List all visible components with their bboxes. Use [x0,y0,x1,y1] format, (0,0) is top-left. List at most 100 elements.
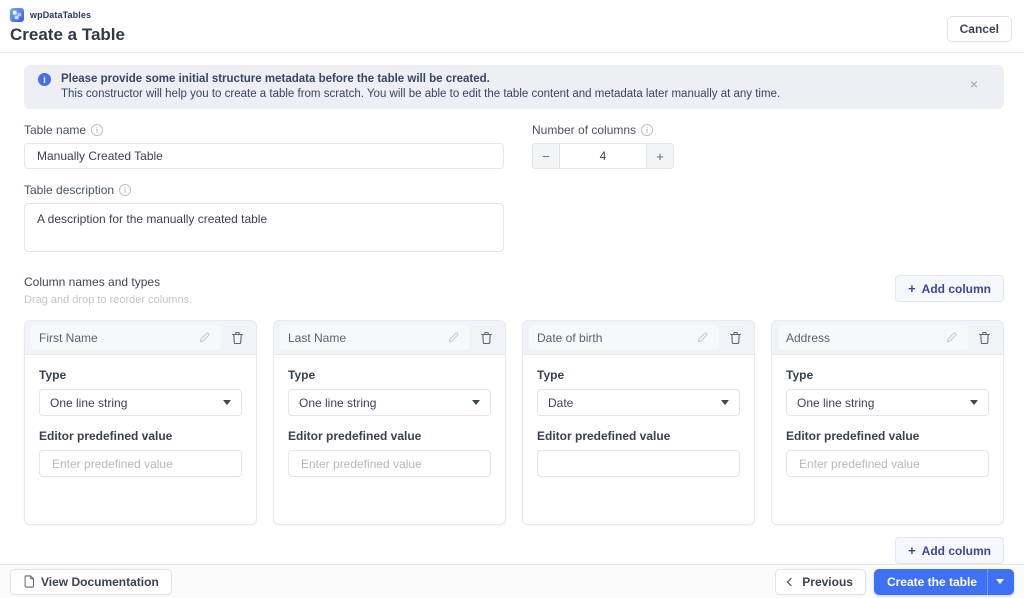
increment-button[interactable]: + [646,144,673,168]
info-banner: i Please provide some initial structure … [24,65,1004,109]
column-name-field[interactable]: Date of birth [529,325,719,350]
column-card: Last Name Type One line string Editor pr… [273,320,506,525]
form-area: Table name i Number of columns i − 4 + [0,109,1024,564]
column-card: Address Type One line string Editor pred… [771,320,1004,525]
type-label: Type [537,368,565,382]
edit-column-button[interactable] [445,329,462,346]
edit-column-button[interactable] [196,329,213,346]
columns-count-value[interactable]: 4 [560,144,646,168]
chevron-left-icon [787,577,796,586]
page-footer: View Documentation Previous Create the t… [0,564,1024,598]
trash-icon [978,331,991,344]
predefined-value-input[interactable] [288,450,491,477]
table-name-input[interactable] [24,143,504,169]
column-card-body: Type Date Editor predefined value [523,355,754,490]
column-name: Last Name [288,330,347,345]
column-card-body: Type One line string Editor predefined v… [25,355,256,490]
columns-count-block: Number of columns i − 4 + [532,123,674,169]
info-banner-subtitle: This constructor will help you to create… [61,88,781,100]
column-type-select[interactable]: Date [537,389,740,416]
create-table-dropdown-toggle[interactable] [987,568,1014,595]
table-name-info-icon: i [91,124,104,136]
column-type-select[interactable]: One line string [288,389,491,416]
column-name-field[interactable]: First Name [31,325,221,350]
columns-count-label: Number of columns i [532,123,674,137]
column-card-header: Last Name [274,321,505,355]
column-name: Address [786,330,831,345]
edit-column-button[interactable] [943,329,960,346]
brand-name: wpDataTables [30,10,92,20]
info-banner-text: Please provide some initial structure me… [61,72,780,102]
predefined-value-label: Editor predefined value [39,429,173,443]
pencil-icon [199,332,210,343]
info-icon: i [38,73,51,86]
columns-count-stepper: − 4 + [532,143,674,169]
close-icon[interactable]: × [970,77,978,91]
caret-down-icon [721,400,729,405]
document-icon [24,575,34,588]
page-title: Create a Table [10,25,125,44]
column-type-value: One line string [299,395,377,410]
delete-column-button[interactable] [976,329,993,347]
column-name-field[interactable]: Last Name [280,325,470,350]
caret-down-icon [472,400,480,405]
column-type-select[interactable]: One line string [786,389,989,416]
predefined-value-label: Editor predefined value [786,429,920,443]
create-table-page: wpDataTables Create a Table Cancel i Ple… [0,0,1024,598]
create-table-button[interactable]: Create the table [873,568,1014,595]
columns-section-header: Column names and types Drag and drop to … [24,275,1004,306]
trash-icon [231,331,244,344]
trash-icon [729,331,742,344]
view-documentation-button[interactable]: View Documentation [10,568,172,595]
column-card: Date of birth Type Date Editor predefine… [522,320,755,525]
brand: wpDataTables [10,8,1012,22]
delete-column-button[interactable] [727,329,744,347]
table-description-input[interactable]: A description for the manually created t… [24,203,504,252]
page-header: wpDataTables Create a Table Cancel [0,0,1024,53]
caret-down-icon [970,400,978,405]
plus-icon: + [908,543,916,558]
column-type-value: One line string [797,395,875,410]
columns-section-title: Column names and types [24,275,161,289]
columns-drag-hint: Drag and drop to reorder columns. [24,294,193,306]
create-table-label: Create the table [886,574,977,589]
decrement-button[interactable]: − [533,144,560,168]
column-name: Date of birth [537,330,603,345]
add-column-button-bottom[interactable]: + Add column [895,537,1004,564]
edit-column-button[interactable] [694,329,711,346]
plus-icon: + [908,281,916,296]
predefined-value-input[interactable] [39,450,242,477]
add-column-button-top[interactable]: + Add column [895,275,1004,302]
cancel-button[interactable]: Cancel [946,16,1012,42]
table-name-block: Table name i [24,123,504,169]
table-description-block: Table description i A description for th… [24,183,1004,257]
column-card: First Name Type One line string Editor p… [24,320,257,525]
type-label: Type [288,368,316,382]
caret-down-icon [223,400,231,405]
pencil-icon [697,332,708,343]
wpdatatables-logo-icon [10,8,24,22]
column-card-header: Address [772,321,1003,355]
table-description-label: Table description i [24,183,1004,197]
caret-down-icon [996,579,1004,584]
trash-icon [480,331,493,344]
delete-column-button[interactable] [478,329,495,347]
column-type-select[interactable]: One line string [39,389,242,416]
pencil-icon [946,332,957,343]
column-cards: First Name Type One line string Editor p… [24,320,1004,525]
column-type-value: One line string [50,395,128,410]
column-card-header: First Name [25,321,256,355]
pencil-icon [448,332,459,343]
column-type-value: Date [548,395,574,410]
type-label: Type [39,368,67,382]
column-card-body: Type One line string Editor predefined v… [772,355,1003,490]
column-name-field[interactable]: Address [778,325,968,350]
column-card-header: Date of birth [523,321,754,355]
columns-count-info-icon: i [641,124,654,136]
delete-column-button[interactable] [229,329,246,347]
predefined-value-input[interactable] [786,450,989,477]
info-banner-title: Please provide some initial structure me… [61,73,490,85]
table-description-info-icon: i [119,184,132,196]
predefined-value-input[interactable] [537,450,740,477]
previous-button[interactable]: Previous [775,568,866,595]
